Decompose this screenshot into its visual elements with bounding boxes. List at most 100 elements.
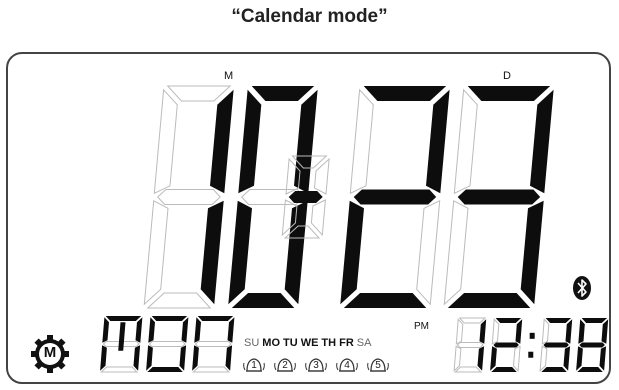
weekday-indicator-sa: SA (356, 337, 372, 349)
segment-a (105, 316, 142, 321)
segment-b (479, 319, 487, 344)
segment-d (100, 366, 138, 373)
segment-g (194, 341, 232, 347)
segment-e (340, 200, 364, 305)
segment-b (601, 319, 609, 344)
time-colon-dot (529, 332, 535, 339)
segment-g (456, 342, 484, 348)
segment-e (539, 345, 548, 373)
alarm-5-indicator: 5 (367, 354, 389, 376)
weekday-indicator-su: SU (244, 337, 260, 349)
segment-d (147, 367, 183, 372)
segment-f (194, 317, 201, 343)
time-minute-digit (539, 318, 573, 373)
segment-f (153, 88, 178, 195)
segment-e (143, 200, 169, 306)
segment-d (343, 293, 427, 308)
segment-f (349, 88, 374, 195)
segment-c (133, 345, 141, 371)
segment-g (493, 342, 519, 348)
segment-e (192, 345, 199, 371)
segment-a (545, 318, 572, 323)
segment-b (565, 319, 573, 344)
segment-f (148, 317, 155, 343)
segment-c (225, 345, 233, 371)
segment-g (353, 189, 437, 205)
time-hour-digit (453, 317, 487, 373)
segment-a (363, 86, 447, 101)
segment-f (491, 318, 500, 345)
alarm-number: 2 (282, 360, 288, 371)
segment-f (453, 88, 478, 195)
alarm-number: 5 (375, 360, 381, 371)
segment-g (148, 341, 186, 347)
time-colon-dot (528, 351, 534, 358)
segment-c (563, 346, 571, 371)
segment-g (156, 189, 221, 205)
segment-b (135, 317, 143, 343)
segment-d (577, 367, 603, 372)
alarm-3-indicator: 3 (305, 354, 327, 376)
segment-a (251, 86, 315, 101)
date-month-digit (143, 85, 234, 309)
segment-e (443, 200, 469, 306)
weekday-indicator-tu: TU (283, 337, 298, 349)
time-hour-digit (490, 318, 523, 372)
segment-b (515, 319, 523, 344)
segment-b (227, 317, 235, 343)
weekday-indicator-fr: FR (339, 337, 354, 349)
segment-d (541, 367, 567, 372)
segment-g (579, 342, 605, 348)
segment-d (192, 366, 230, 373)
segment-e (576, 346, 583, 371)
segment-a (495, 318, 522, 323)
pm-indicator: PM (414, 321, 429, 332)
segment-a (166, 85, 232, 102)
segment-c (310, 199, 326, 237)
weekday-letter (192, 316, 235, 373)
weekday-indicators: SU MO TU WE TH FR SA (244, 337, 374, 349)
segment-d (231, 293, 295, 308)
segment-c (179, 345, 187, 371)
segment-f (455, 318, 464, 345)
segment-g (543, 342, 569, 348)
segment-b (426, 89, 450, 194)
segment-a (197, 316, 234, 321)
segment-e (100, 345, 107, 371)
segment-b (530, 89, 554, 194)
date-day-digit (443, 86, 554, 308)
segment-g (457, 189, 541, 205)
weekday-indicator-we: WE (300, 337, 319, 349)
segment-f (578, 319, 585, 344)
segment-g (288, 191, 323, 203)
segment-a (581, 318, 608, 323)
segment-f (541, 318, 550, 345)
segment-a (151, 316, 188, 321)
alarm-2-indicator: 2 (274, 354, 296, 376)
alarm-number: 3 (313, 360, 319, 371)
segment-b (181, 317, 189, 343)
segment-c (520, 200, 544, 305)
alarm-4-indicator: 4 (336, 354, 358, 376)
date-separator (281, 155, 330, 239)
segment-c (477, 346, 485, 371)
segment-d (447, 293, 531, 308)
alarm-number: 4 (344, 360, 350, 371)
segment-b (210, 89, 234, 194)
segment-a (458, 317, 487, 324)
date-day-digit (340, 86, 450, 308)
segment-e (228, 200, 252, 305)
segment-f (238, 89, 262, 194)
lcd-segments (100, 85, 609, 373)
weekday-letter (146, 316, 189, 372)
segment-d (491, 367, 517, 372)
segment-b (294, 89, 318, 194)
segment-d (454, 366, 482, 373)
mode-letter: M (43, 344, 57, 361)
segment-c (416, 199, 441, 306)
segment-c (599, 346, 607, 371)
segment-a (467, 86, 551, 101)
weekday-indicator-th: TH (321, 337, 337, 349)
time-minute-digit (576, 318, 609, 372)
weekday-letter (100, 316, 143, 373)
